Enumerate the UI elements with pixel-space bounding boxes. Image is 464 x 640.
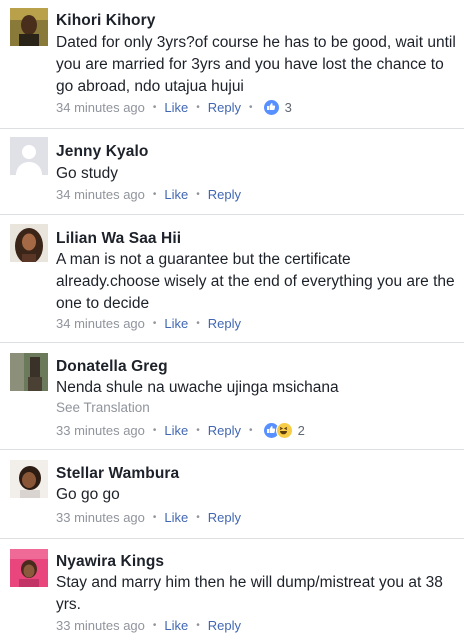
reply-button[interactable]: Reply [208, 187, 241, 202]
separator-dot: • [196, 425, 200, 436]
comment-item: Lilian Wa Saa Hii A man is not a guarant… [0, 215, 464, 342]
separator-dot: • [152, 318, 157, 329]
separator-dot: • [196, 512, 200, 523]
comment-meta: 34 minutes ago • Like • Reply [56, 316, 241, 331]
comment-item: Jenny Kyalo Go study 34 minutes ago • Li… [0, 129, 464, 214]
comment-text: Nenda shule na uwache ujinga msichana [56, 379, 339, 396]
reply-button[interactable]: Reply [208, 618, 241, 633]
avatar[interactable] [10, 224, 48, 262]
reactions-summary[interactable]: 3 [262, 99, 292, 116]
reaction-count: 3 [284, 100, 292, 115]
comment-item: Nyawira Kings Stay and marry him then he… [0, 539, 464, 640]
comment-item: Donatella Greg Nenda shule na uwache uji… [0, 343, 464, 449]
timestamp[interactable]: 34 minutes ago [56, 187, 145, 202]
reply-button[interactable]: Reply [208, 100, 241, 115]
reactions-summary[interactable]: 2 [262, 422, 305, 439]
separator-dot: • [196, 318, 200, 329]
commenter-name[interactable]: Donatella Greg [56, 358, 168, 376]
commenter-name[interactable]: Stellar Wambura [56, 465, 179, 483]
separator-dot: • [196, 102, 200, 113]
like-button[interactable]: Like [164, 316, 188, 331]
reply-button[interactable]: Reply [208, 423, 241, 438]
comment-text: Go go go [56, 486, 120, 503]
reply-button[interactable]: Reply [208, 316, 241, 331]
separator-dot: • [196, 620, 200, 631]
like-button[interactable]: Like [164, 423, 188, 438]
like-button[interactable]: Like [164, 510, 188, 525]
comment-text: Stay and marry him then he will dump/mis… [56, 574, 443, 613]
separator-dot: • [152, 512, 157, 523]
comment-meta: 33 minutes ago • Like • Reply [56, 618, 241, 633]
timestamp[interactable]: 33 minutes ago [56, 423, 145, 438]
commenter-name[interactable]: Nyawira Kings [56, 553, 164, 571]
haha-icon [275, 422, 293, 439]
timestamp[interactable]: 34 minutes ago [56, 100, 145, 115]
avatar[interactable] [10, 549, 48, 587]
timestamp[interactable]: 33 minutes ago [56, 510, 145, 525]
avatar[interactable] [10, 460, 48, 498]
timestamp[interactable]: 34 minutes ago [56, 316, 145, 331]
separator-dot: • [196, 189, 200, 200]
comment-text: Go study [56, 165, 119, 182]
separator-dot: • [152, 102, 157, 113]
reaction-count: 2 [297, 423, 305, 438]
separator-dot: • [249, 102, 253, 113]
comment-text: A man is not a guarantee but the certifi… [56, 251, 455, 312]
like-button[interactable]: Like [164, 187, 188, 202]
reply-button[interactable]: Reply [208, 510, 241, 525]
comment-meta: 33 minutes ago • Like • Reply • 2 [56, 422, 305, 439]
commenter-name[interactable]: Lilian Wa Saa Hii [56, 230, 181, 248]
commenter-name[interactable]: Kihori Kihory [56, 12, 155, 30]
avatar[interactable] [10, 8, 48, 46]
comment-text: Dated for only 3yrs?of course he has to … [56, 34, 456, 95]
avatar[interactable] [10, 137, 48, 175]
like-button[interactable]: Like [164, 100, 188, 115]
comment-meta: 33 minutes ago • Like • Reply [56, 510, 241, 525]
separator-dot: • [249, 425, 253, 436]
comment-item: Stellar Wambura Go go go 33 minutes ago … [0, 450, 464, 538]
timestamp[interactable]: 33 minutes ago [56, 618, 145, 633]
comment-item: Kihori Kihory Dated for only 3yrs?of cou… [0, 0, 464, 128]
comment-meta: 34 minutes ago • Like • Reply • 3 [56, 99, 292, 116]
comment-meta: 34 minutes ago • Like • Reply [56, 187, 241, 202]
commenter-name[interactable]: Jenny Kyalo [56, 143, 148, 161]
separator-dot: • [152, 425, 157, 436]
like-icon [262, 99, 280, 116]
separator-dot: • [152, 189, 157, 200]
avatar[interactable] [10, 353, 48, 391]
see-translation-link[interactable]: See Translation [56, 400, 150, 415]
like-button[interactable]: Like [164, 618, 188, 633]
separator-dot: • [152, 620, 157, 631]
